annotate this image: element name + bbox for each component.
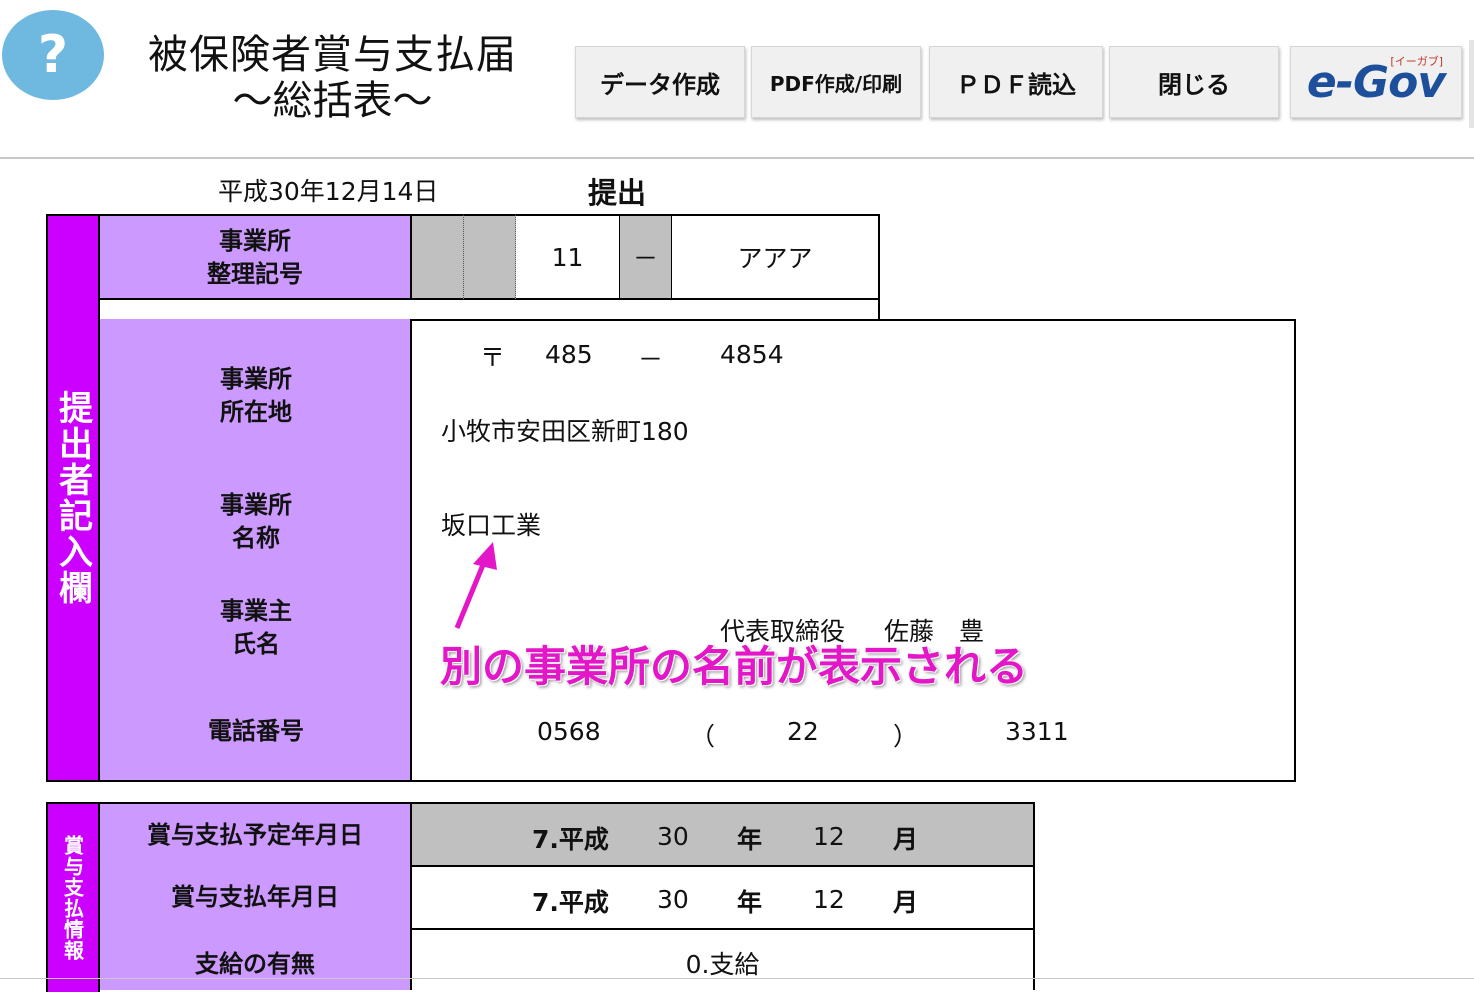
payment-month: 12	[813, 885, 845, 914]
office-name-field[interactable]: 坂口工業	[441, 506, 541, 542]
pdf-load-button[interactable]: ＰＤＦ読込	[929, 46, 1103, 118]
payment-year: 30	[657, 885, 689, 914]
form-subtitle: ～総括表～	[232, 78, 433, 124]
office-details-values	[410, 319, 1296, 782]
payment-status-label: 支給の有無	[100, 928, 412, 990]
owner-label: 事業主 氏名	[220, 596, 292, 658]
address-field[interactable]: 小牧市安田区新町180	[441, 412, 689, 448]
bonus-section-label: 賞与支払情報	[46, 802, 100, 992]
payment-date-field[interactable]	[410, 865, 1035, 930]
postal-dash: －	[638, 345, 664, 374]
office-code-label: 事業所 整理記号	[100, 214, 412, 300]
annotation-text: 別の事業所の名前が表示される	[440, 642, 1029, 691]
spacer-row	[100, 298, 880, 321]
payment-status-field[interactable]: 0.支給	[410, 928, 1035, 990]
egov-logo-subtext: [イーガブ]	[1390, 55, 1443, 68]
submission-date: 平成30年12月14日	[218, 177, 439, 206]
phone-label: 電話番号	[208, 716, 304, 745]
phone-close-paren: ）	[893, 722, 919, 751]
payment-month-unit: 月	[893, 888, 919, 917]
payment-era: 7.平成	[532, 888, 609, 917]
egov-logo-button[interactable]: [イーガブ] e-Gov	[1290, 46, 1462, 118]
office-code-box-2[interactable]	[464, 214, 516, 300]
office-code-number[interactable]: 11	[516, 214, 620, 300]
submitter-section-label: 提出者記入欄	[46, 214, 100, 782]
payment-year-unit: 年	[737, 888, 763, 917]
pdf-print-button[interactable]: PDF作成/印刷	[751, 46, 921, 118]
postal-code-first[interactable]: 485	[545, 340, 593, 369]
phone-open-paren: （	[690, 722, 716, 751]
scheduled-era: 7.平成	[532, 825, 609, 854]
phone-area-field[interactable]: 0568	[537, 717, 601, 746]
office-code-symbol[interactable]: アアア	[672, 214, 880, 300]
payment-date-label: 賞与支払年月日	[100, 865, 412, 930]
postal-mark: 〒	[480, 343, 506, 372]
header-divider	[0, 157, 1474, 159]
scheduled-month: 12	[813, 822, 845, 851]
postal-code-second[interactable]: 4854	[720, 340, 784, 369]
scheduled-payment-date-label: 賞与支払予定年月日	[100, 802, 412, 867]
phone-local-field[interactable]: 22	[787, 717, 819, 746]
phone-number-field[interactable]: 3311	[1005, 717, 1069, 746]
scheduled-payment-date-field[interactable]	[410, 802, 1035, 867]
annotation-arrow-icon	[454, 542, 497, 629]
scheduled-year-unit: 年	[737, 825, 763, 854]
close-button[interactable]: 閉じる	[1109, 46, 1279, 118]
create-data-button[interactable]: データ作成	[575, 46, 745, 118]
office-code-box-1[interactable]	[412, 214, 464, 300]
scheduled-year: 30	[657, 822, 689, 851]
address-label: 事業所 所在地	[220, 364, 292, 426]
sheet-bottom-edge	[0, 978, 1474, 979]
scheduled-month-unit: 月	[893, 825, 919, 854]
help-icon[interactable]: ?	[2, 10, 104, 100]
submission-label: 提出	[588, 176, 647, 210]
office-code-dash: －	[620, 214, 672, 300]
scroll-edge	[1469, 40, 1474, 128]
office-name-label: 事業所 名称	[220, 490, 292, 552]
